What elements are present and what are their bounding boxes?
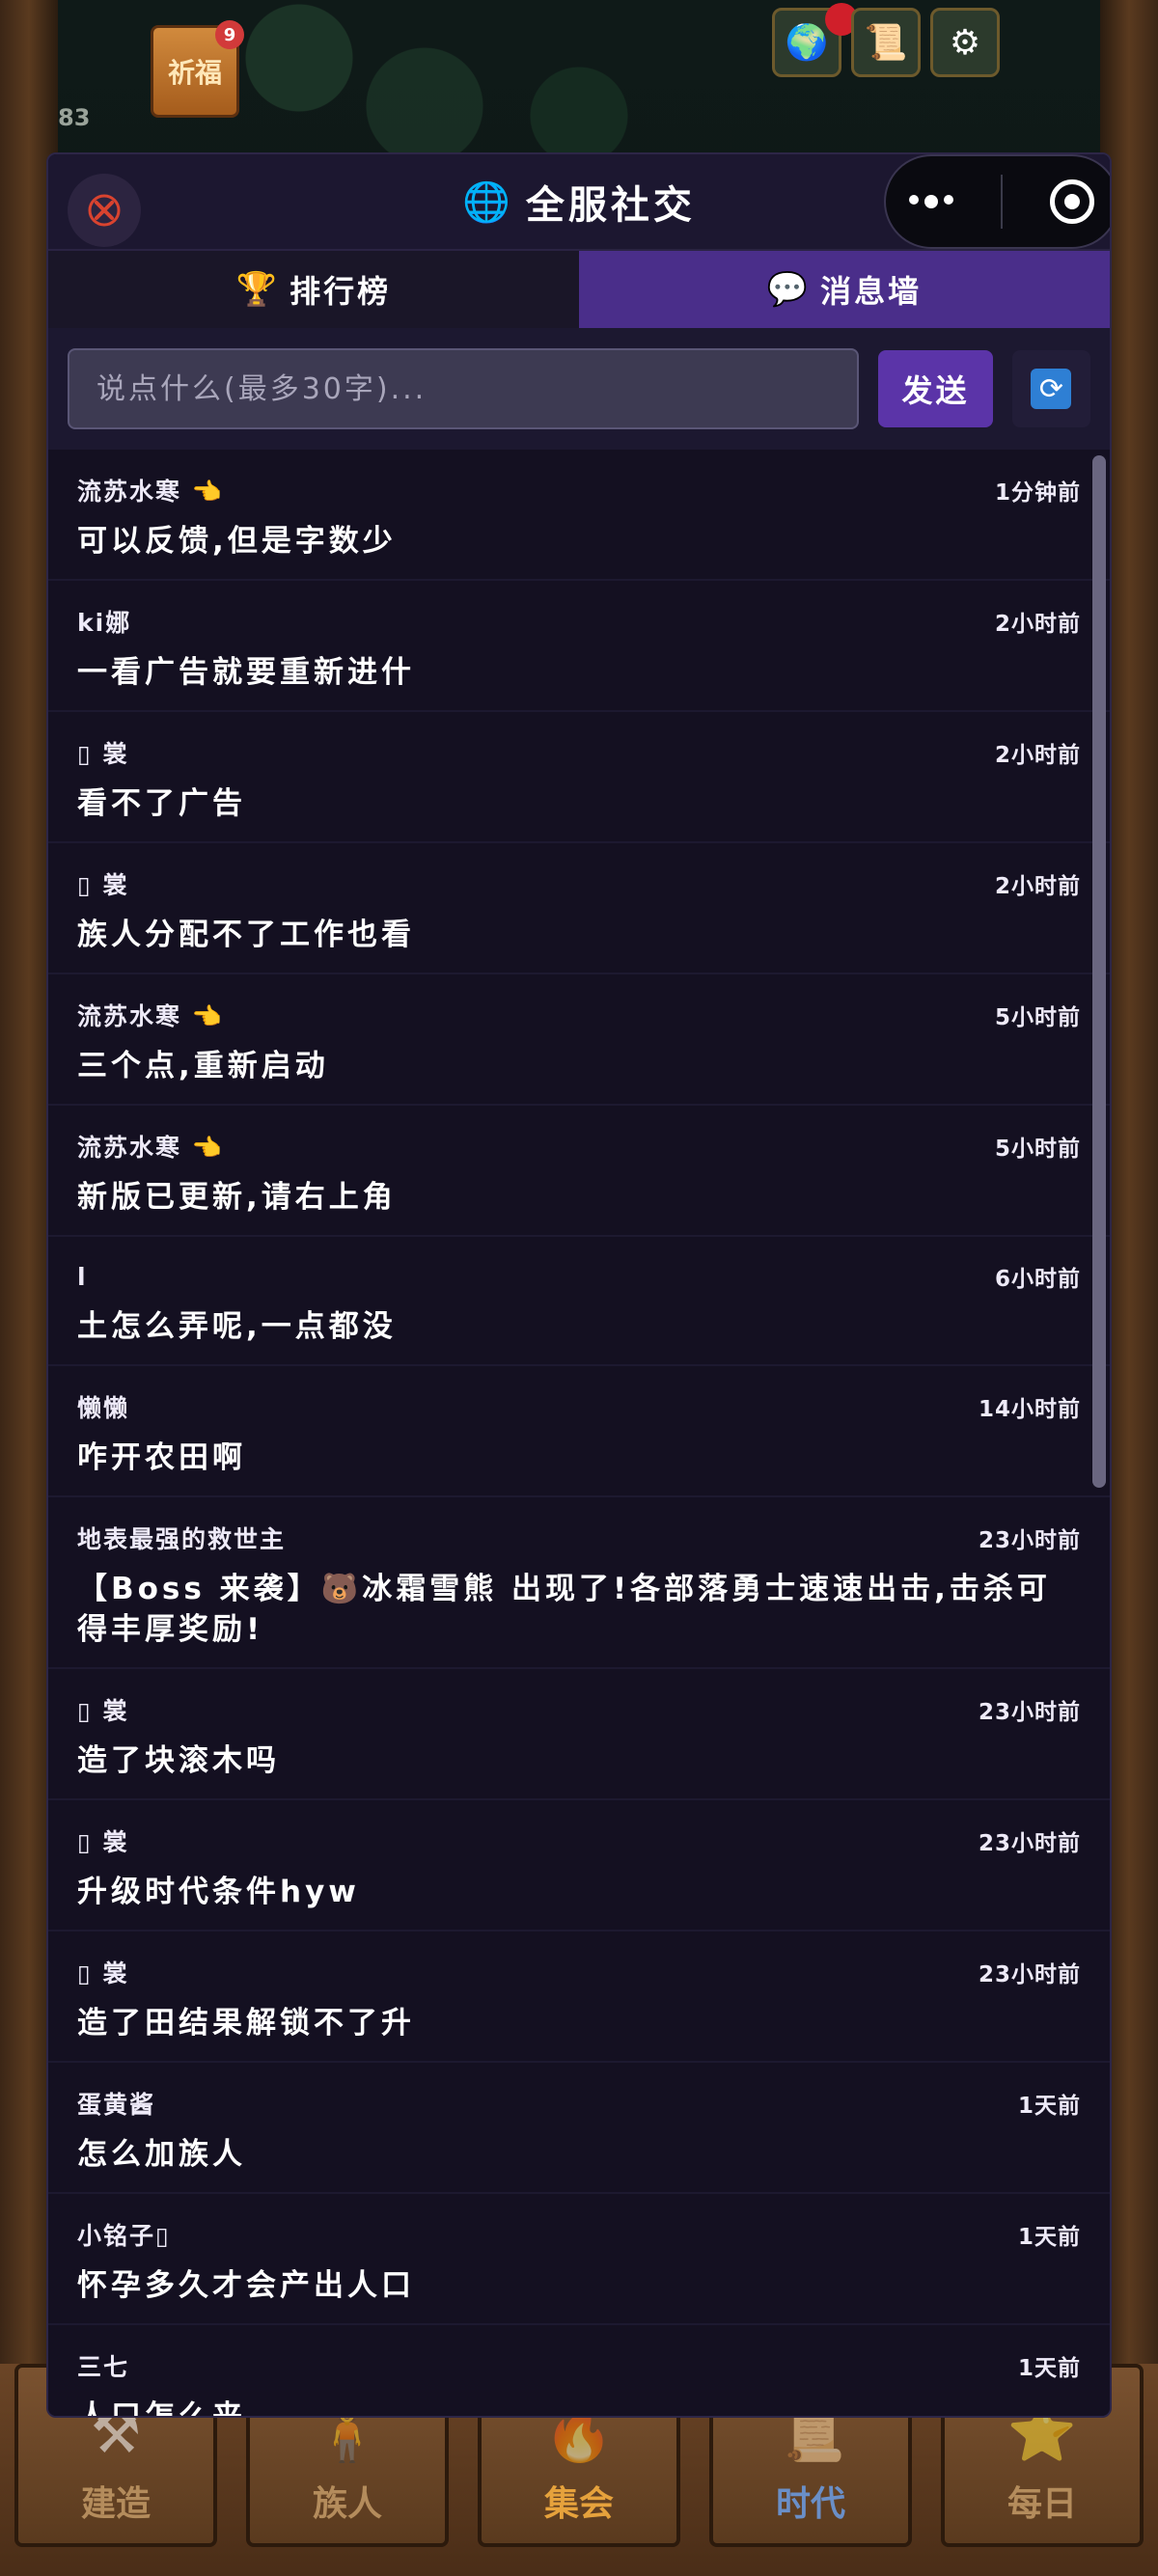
message-user: 小铭子▯ xyxy=(77,2222,171,2250)
message-time: 1分钟前 xyxy=(994,480,1081,506)
settings-gear-icon[interactable]: ⚙ xyxy=(930,8,1000,77)
message-user: ▯ 裳 xyxy=(77,1697,129,1725)
message-user: l xyxy=(77,1262,88,1291)
message-text: 三个点,重新启动 xyxy=(77,1049,329,1083)
pray-label: 祈福 xyxy=(167,57,222,89)
panel-title-text: 全服社交 xyxy=(525,183,696,228)
nav-label: 族人 xyxy=(312,2484,382,2524)
message-text: 【Boss 来袭】🐻冰霜雪熊 出现了!各部落勇士速速出击,击杀可得丰厚奖励! xyxy=(77,1572,1051,1647)
refresh-icon: ⟳ xyxy=(1031,369,1072,409)
message-item: 懒懒 14小时前 咋开农田啊 xyxy=(48,1366,1110,1497)
message-user: ki娜 xyxy=(77,609,132,637)
tab-message-wall[interactable]: 💬 消息墙 xyxy=(579,251,1110,328)
message-item: 地表最强的救世主 23小时前 【Boss 来袭】🐻冰霜雪熊 出现了!各部落勇士速速… xyxy=(48,1497,1110,1669)
message-text: 可以反馈,但是字数少 xyxy=(77,524,397,559)
message-text: 族人分配不了工作也看 xyxy=(77,918,415,952)
message-user: 懒懒 xyxy=(77,1394,130,1422)
message-text: 人口怎么来 xyxy=(77,2399,246,2418)
message-item: ▯ 裳 2小时前 看不了广告 xyxy=(48,712,1110,843)
message-time: 23小时前 xyxy=(978,1962,1081,1987)
message-time: 23小时前 xyxy=(978,1528,1081,1553)
message-time: 1天前 xyxy=(1017,2356,1081,2381)
message-text: 造了块滚木吗 xyxy=(77,1743,280,1778)
more-icon[interactable] xyxy=(909,195,954,208)
message-input[interactable] xyxy=(68,348,860,429)
message-user: ▯ 裳 xyxy=(77,1959,129,1987)
message-user: 蛋黄酱 xyxy=(77,2091,156,2119)
trophy-icon: 🏆 xyxy=(235,270,281,309)
pray-badge: 9 xyxy=(215,20,244,49)
background-trees xyxy=(212,0,695,154)
message-text: 怎么加族人 xyxy=(77,2137,246,2172)
world-chat-icon[interactable]: 🌍 xyxy=(772,3,858,77)
capsule-divider xyxy=(1000,175,1003,229)
message-user: ▯ 裳 xyxy=(77,740,129,768)
message-list[interactable]: 流苏水寒 👈 1分钟前 可以反馈,但是字数少 ki娜 2小时前 一看广告就要重新进什… xyxy=(48,450,1110,2418)
message-time: 2小时前 xyxy=(994,874,1081,899)
tab-leaderboard[interactable]: 🏆 排行榜 xyxy=(48,251,579,328)
message-user: 流苏水寒 👈 xyxy=(77,478,224,506)
nav-label: 时代 xyxy=(775,2484,845,2524)
message-user: 三七 xyxy=(77,2353,130,2381)
message-user: ▯ 裳 xyxy=(77,871,129,899)
globe-icon: 🌐 xyxy=(462,179,514,225)
nav-label: 每日 xyxy=(1006,2484,1077,2524)
resource-counter: 83 xyxy=(58,104,91,131)
message-text: 新版已更新,请右上角 xyxy=(77,1180,397,1215)
message-item: 流苏水寒 👈 5小时前 新版已更新,请右上角 xyxy=(48,1106,1110,1237)
message-user: 流苏水寒 👈 xyxy=(77,1002,224,1030)
message-text: 土怎么弄呢,一点都没 xyxy=(77,1309,397,1344)
top-tool-icons: 🌍 📜 ⚙ xyxy=(772,3,1000,77)
send-button[interactable]: 发送 xyxy=(878,350,993,427)
message-time: 14小时前 xyxy=(978,1397,1081,1422)
message-text: 造了田结果解锁不了升 xyxy=(77,2006,415,2041)
panel-title: 🌐 全服社交 xyxy=(462,174,696,230)
message-time: 2小时前 xyxy=(994,743,1081,768)
scroll-icon[interactable]: 📜 xyxy=(851,8,921,77)
nav-label: 集会 xyxy=(543,2484,614,2524)
message-item: 蛋黄酱 1天前 怎么加族人 xyxy=(48,2063,1110,2194)
speech-bubble-icon: 💬 xyxy=(766,270,812,309)
message-time: 23小时前 xyxy=(978,1831,1081,1856)
message-list-scrollbar[interactable] xyxy=(1092,455,1106,1488)
message-time: 5小时前 xyxy=(994,1005,1081,1030)
message-item: ▯ 裳 23小时前 造了块滚木吗 xyxy=(48,1669,1110,1800)
social-panel: 🌐 全服社交 🏆 排行榜 💬 消息墙 发送 ⟳ 流苏水寒 👈 1分钟前 可以反馈,… xyxy=(46,152,1112,2418)
message-text: 一看广告就要重新进什 xyxy=(77,655,415,690)
message-text: 怀孕多久才会产出人口 xyxy=(77,2268,415,2303)
mini-program-capsule xyxy=(884,154,1110,249)
message-item: 流苏水寒 👈 1分钟前 可以反馈,但是字数少 xyxy=(48,450,1110,581)
panel-tabs: 🏆 排行榜 💬 消息墙 xyxy=(48,251,1110,328)
message-user: 流苏水寒 👈 xyxy=(77,1134,224,1162)
message-time: 1天前 xyxy=(1017,2225,1081,2250)
message-user: ▯ 裳 xyxy=(77,1828,129,1856)
message-item: 三七 1天前 人口怎么来 xyxy=(48,2325,1110,2418)
message-item: 流苏水寒 👈 5小时前 三个点,重新启动 xyxy=(48,974,1110,1106)
message-item: l 6小时前 土怎么弄呢,一点都没 xyxy=(48,1237,1110,1366)
message-item: ki娜 2小时前 一看广告就要重新进什 xyxy=(48,581,1110,712)
message-time: 5小时前 xyxy=(994,1137,1081,1162)
message-item: ▯ 裳 2小时前 族人分配不了工作也看 xyxy=(48,843,1110,974)
tab-label: 排行榜 xyxy=(290,273,392,310)
message-text: 看不了广告 xyxy=(77,786,246,821)
message-item: ▯ 裳 23小时前 造了田结果解锁不了升 xyxy=(48,1932,1110,2063)
nav-label: 建造 xyxy=(80,2484,151,2524)
message-text: 咋开农田啊 xyxy=(77,1440,246,1475)
message-time: 1天前 xyxy=(1017,2094,1081,2119)
exit-target-icon[interactable] xyxy=(1049,179,1094,224)
message-item: ▯ 裳 23小时前 升级时代条件hyw xyxy=(48,1800,1110,1932)
message-item: 小铭子▯ 1天前 怀孕多久才会产出人口 xyxy=(48,2194,1110,2325)
close-icon xyxy=(88,194,121,227)
pray-button[interactable]: 祈福 9 xyxy=(151,20,244,118)
message-time: 23小时前 xyxy=(978,1700,1081,1725)
close-button[interactable] xyxy=(68,174,141,247)
message-user: 地表最强的救世主 xyxy=(77,1525,287,1553)
tab-label: 消息墙 xyxy=(820,273,923,310)
message-composer: 发送 ⟳ xyxy=(48,328,1110,450)
message-text: 升级时代条件hyw xyxy=(77,1875,360,1909)
message-time: 2小时前 xyxy=(994,612,1081,637)
panel-header: 🌐 全服社交 xyxy=(48,154,1110,251)
message-time: 6小时前 xyxy=(994,1267,1081,1292)
refresh-button[interactable]: ⟳ xyxy=(1011,350,1090,427)
